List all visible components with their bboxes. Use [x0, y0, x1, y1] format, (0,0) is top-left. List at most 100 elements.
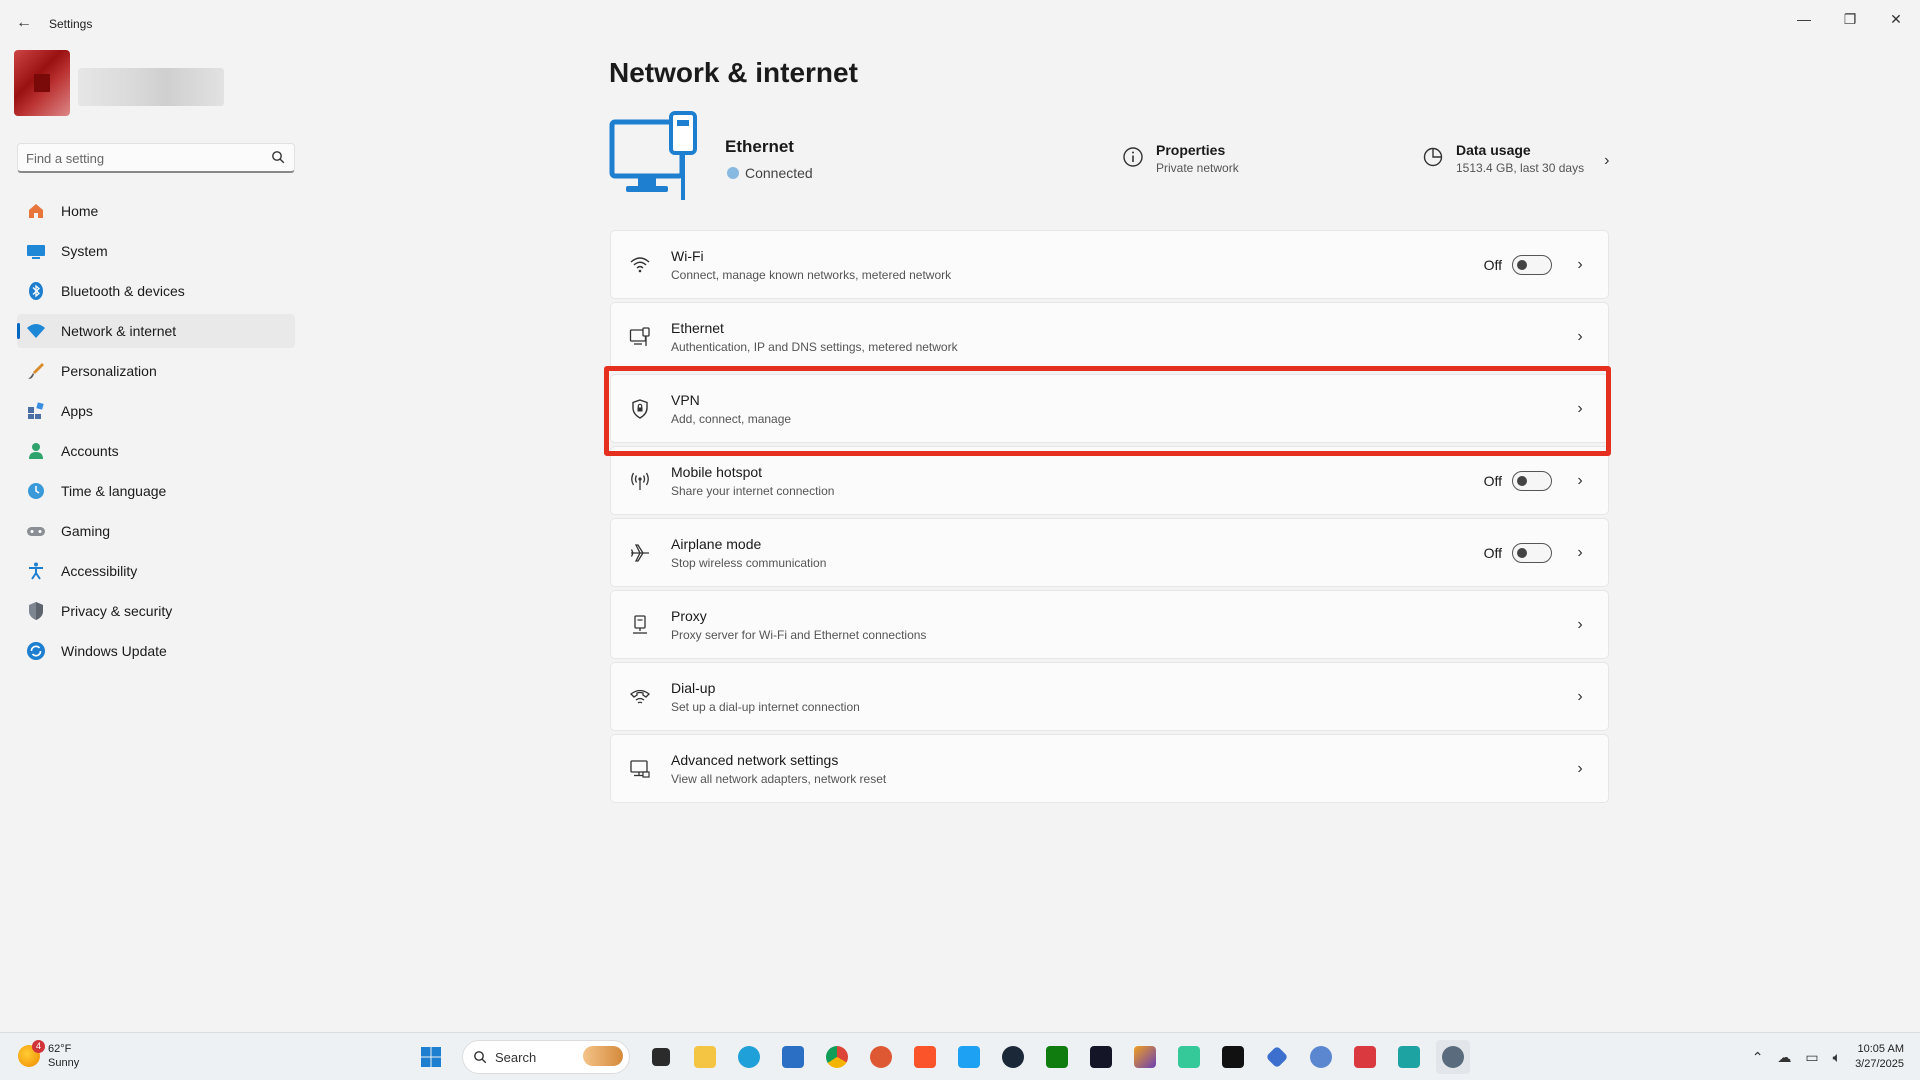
ethernet-card[interactable]: Ethernet Authentication, IP and DNS sett… [610, 302, 1609, 371]
task-view-button[interactable] [644, 1040, 678, 1074]
search-box[interactable] [17, 143, 295, 173]
diamond-icon [1265, 1045, 1289, 1069]
sidebar-item-accounts[interactable]: Accounts [17, 434, 295, 468]
sidebar-item-system[interactable]: System [17, 234, 295, 268]
edge-icon [738, 1046, 760, 1068]
expressvpn-button[interactable] [1348, 1040, 1382, 1074]
vpn-card[interactable]: VPN Add, connect, manage › [610, 374, 1609, 443]
network-icon [26, 321, 46, 341]
sidebar-item-bluetooth[interactable]: Bluetooth & devices [17, 274, 295, 308]
wifi-toggle[interactable] [1512, 254, 1552, 275]
volume-icon[interactable]: 🔈︎ [1833, 1049, 1841, 1066]
store-button[interactable] [776, 1040, 810, 1074]
qbittorrent-icon [1310, 1046, 1332, 1068]
wifi-icon [629, 254, 651, 276]
sidebar-item-label: Home [61, 203, 99, 219]
card-subtitle: Proxy server for Wi-Fi and Ethernet conn… [671, 627, 927, 642]
network-tray-icon[interactable]: ▭ [1805, 1049, 1818, 1066]
mobile-hotspot-card[interactable]: Mobile hotspot Share your internet conne… [610, 446, 1609, 515]
proxy-card[interactable]: Proxy Proxy server for Wi-Fi and Etherne… [610, 590, 1609, 659]
properties-link[interactable]: Properties Private network [1122, 142, 1239, 175]
sidebar-item-label: System [61, 243, 108, 259]
sidebar-item-gaming[interactable]: Gaming [17, 514, 295, 548]
dialup-icon [629, 686, 651, 708]
sidebar-item-windows-update[interactable]: Windows Update [17, 634, 295, 668]
airplane-icon [629, 542, 651, 564]
robot-icon [1178, 1046, 1200, 1068]
close-button[interactable]: ✕ [1876, 5, 1916, 33]
minimize-button[interactable]: — [1784, 5, 1824, 33]
back-arrow-icon[interactable]: ← [14, 12, 34, 34]
sidebar-item-home[interactable]: Home [17, 194, 295, 228]
card-title: Wi-Fi [671, 247, 704, 264]
sidebar-item-network[interactable]: Network & internet [17, 314, 295, 348]
sidebar-item-personalization[interactable]: Personalization [17, 354, 295, 388]
sidebar-item-privacy-security[interactable]: Privacy & security [17, 594, 295, 628]
settings-list: Wi-Fi Connect, manage known networks, me… [610, 230, 1609, 806]
sidebar-item-label: Apps [61, 403, 93, 419]
maximize-button[interactable]: ❐ [1830, 5, 1870, 33]
file-explorer-button[interactable] [688, 1040, 722, 1074]
duckduckgo-icon [870, 1046, 892, 1068]
qbittorrent-button[interactable] [1304, 1040, 1338, 1074]
mobile-hotspot-toggle[interactable] [1512, 470, 1552, 491]
accounts-icon [26, 441, 46, 461]
system-icon [26, 241, 46, 261]
chevron-up-icon[interactable]: ⌃ [1752, 1049, 1764, 1066]
avatar[interactable] [14, 50, 70, 116]
brave-button[interactable] [908, 1040, 942, 1074]
taskbar-search[interactable]: Search [462, 1040, 630, 1074]
connection-status-text: Connected [745, 165, 813, 181]
chevron-right-icon: › [1577, 255, 1583, 273]
settings-app-button[interactable] [1436, 1040, 1470, 1074]
wifi-card[interactable]: Wi-Fi Connect, manage known networks, me… [610, 230, 1609, 299]
start-button[interactable] [414, 1040, 448, 1074]
cube-icon [1134, 1046, 1156, 1068]
airplane-mode-card[interactable]: Airplane mode Stop wireless communicatio… [610, 518, 1609, 587]
app-robot-button[interactable] [1172, 1040, 1206, 1074]
search-icon[interactable] [271, 150, 285, 164]
sidebar-item-apps[interactable]: Apps [17, 394, 295, 428]
window-title: Settings [49, 17, 93, 31]
card-subtitle: Set up a dial-up internet connection [671, 699, 860, 714]
sidebar-item-label: Network & internet [61, 323, 177, 339]
gear-icon [1442, 1046, 1464, 1068]
chevron-right-icon: › [1577, 759, 1583, 777]
dial-up-card[interactable]: Dial-up Set up a dial-up internet connec… [610, 662, 1609, 731]
edge-button[interactable] [732, 1040, 766, 1074]
hulu-button[interactable] [1216, 1040, 1250, 1074]
update-icon [26, 641, 46, 661]
app-diamond-button[interactable] [1260, 1040, 1294, 1074]
search-highlight-icon [583, 1045, 623, 1069]
data-usage-link[interactable]: Data usage 1513.4 GB, last 30 days › [1422, 142, 1609, 175]
taskbar-apps: Search [414, 1040, 1470, 1074]
xbox-button[interactable] [1040, 1040, 1074, 1074]
speedtest-button[interactable] [1084, 1040, 1118, 1074]
surfshark-button[interactable] [1392, 1040, 1426, 1074]
duckduckgo-button[interactable] [864, 1040, 898, 1074]
clock[interactable]: 10:05 AM 3/27/2025 [1855, 1042, 1904, 1072]
steam-button[interactable] [996, 1040, 1030, 1074]
sidebar-item-time-language[interactable]: Time & language [17, 474, 295, 508]
chrome-icon [826, 1046, 848, 1068]
sidebar-item-label: Bluetooth & devices [61, 283, 185, 299]
weather-widget[interactable]: 4 62°F Sunny [18, 1040, 79, 1070]
onedrive-icon[interactable]: ☁ [1777, 1049, 1791, 1066]
twitter-button[interactable] [952, 1040, 986, 1074]
app-cube-button[interactable] [1128, 1040, 1162, 1074]
airplane-mode-toggle[interactable] [1512, 542, 1552, 563]
home-icon [26, 201, 46, 221]
chevron-right-icon: › [1604, 152, 1610, 169]
sidebar-item-label: Time & language [61, 483, 167, 499]
ethernet-pc-icon [609, 111, 697, 200]
sidebar-nav: Home System Bluetooth & devices Network … [17, 194, 295, 674]
steam-icon [1002, 1046, 1024, 1068]
accessibility-icon [26, 561, 46, 581]
search-input[interactable] [26, 149, 256, 167]
page-title: Network & internet [609, 57, 858, 88]
title-bar: ← Settings — ❐ ✕ [0, 0, 1920, 48]
chrome-button[interactable] [820, 1040, 854, 1074]
advanced-network-settings-card[interactable]: Advanced network settings View all netwo… [610, 734, 1609, 803]
shield-icon [26, 601, 46, 621]
sidebar-item-accessibility[interactable]: Accessibility [17, 554, 295, 588]
